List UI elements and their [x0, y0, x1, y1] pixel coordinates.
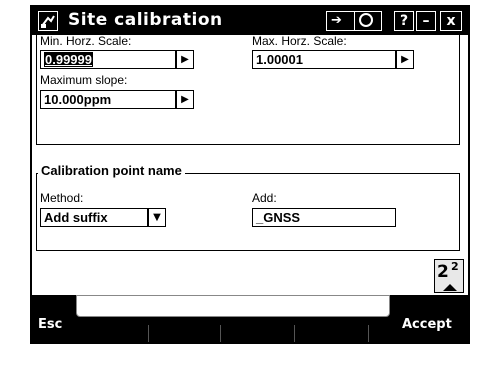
page-total: 2: [451, 260, 459, 273]
window-title: Site calibration: [68, 10, 223, 30]
max-slope-label: Maximum slope:: [40, 73, 128, 87]
softkey-slot-divider: [294, 325, 295, 342]
minimize-button[interactable]: –: [416, 11, 436, 31]
max-slope-arrow-button[interactable]: ▶: [176, 90, 194, 109]
status-icons: ➔: [326, 11, 382, 31]
close-button[interactable]: x: [440, 11, 462, 31]
triangle-right-icon: ▶: [181, 94, 189, 105]
min-horz-scale-label: Min. Horz. Scale:: [40, 34, 132, 48]
device-screen: Site calibration ➔ ? – x Min. Horz. Scal…: [30, 5, 470, 344]
triangle-right-icon: ▶: [401, 54, 409, 65]
separator: [354, 12, 355, 30]
softkey-slot-divider: [148, 325, 149, 342]
min-horz-scale-arrow-button[interactable]: ▶: [176, 50, 194, 69]
status-message-area: [76, 295, 390, 317]
max-horz-scale-label: Max. Horz. Scale:: [252, 34, 347, 48]
method-dropdown-button[interactable]: ▼: [148, 208, 166, 227]
page-current: 2: [437, 262, 449, 282]
scale-panel: [36, 31, 460, 145]
chevron-down-icon: ▼: [153, 212, 161, 223]
esc-button[interactable]: Esc: [38, 317, 62, 332]
page-indicator[interactable]: 2 2: [434, 259, 464, 293]
softkey-slot-divider: [368, 325, 369, 342]
softkey-slot-divider: [220, 325, 221, 342]
method-select[interactable]: Add suffix: [40, 208, 148, 227]
add-label: Add:: [252, 191, 277, 205]
accept-button[interactable]: Accept: [402, 317, 452, 332]
group-title: Calibration point name: [38, 163, 185, 178]
max-horz-scale-field[interactable]: 1.00001: [252, 50, 396, 69]
form-content: Min. Horz. Scale: 0.99999 ▶ Max. Horz. S…: [32, 31, 468, 305]
minimize-icon: –: [422, 13, 430, 29]
method-label: Method:: [40, 191, 84, 205]
close-icon: x: [446, 13, 456, 29]
help-icon: ?: [399, 13, 409, 29]
help-button[interactable]: ?: [394, 11, 414, 31]
globe-icon[interactable]: [359, 13, 373, 27]
softkey-bar: Esc Accept: [32, 295, 468, 342]
max-slope-field[interactable]: 10.000ppm: [40, 90, 176, 109]
triangle-right-icon: ▶: [181, 54, 189, 65]
switch-icon[interactable]: ➔: [331, 13, 342, 28]
page-up-icon: [443, 284, 457, 291]
max-horz-scale-arrow-button[interactable]: ▶: [396, 50, 414, 69]
tools-icon[interactable]: [38, 11, 58, 31]
add-field[interactable]: _GNSS: [252, 208, 396, 227]
min-horz-scale-field[interactable]: 0.99999: [40, 50, 176, 69]
